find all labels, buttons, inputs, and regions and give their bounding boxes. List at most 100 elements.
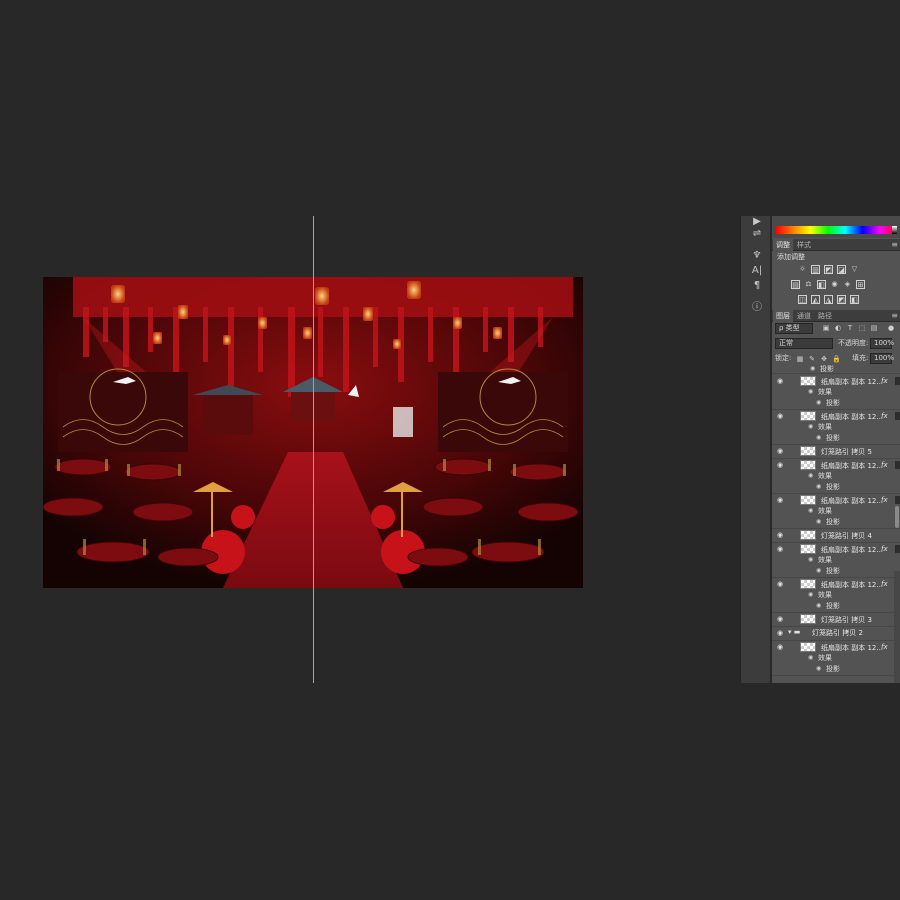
fx-badge[interactable]: fx (881, 545, 888, 553)
layer-row[interactable]: ◉ 灯笼路引 拷贝 5 (772, 445, 900, 459)
layer-row[interactable]: ◉ 纸扇副本 副本 12... fx ◉ 效果 ◉ 投影 (772, 641, 900, 676)
effects-visibility-icon[interactable]: ◉ (808, 388, 813, 395)
layer-filter-select[interactable]: ρ 类型 (775, 323, 813, 334)
visibility-eye-icon[interactable]: ◉ (775, 412, 785, 420)
layers-scrollbar[interactable] (894, 571, 900, 683)
layer-group-row[interactable]: ◉ ▾ ▬ 灯笼路引 拷贝 2 (772, 627, 900, 641)
layer-effect-row[interactable]: ◉ 投影 (772, 365, 900, 374)
visibility-eye-icon[interactable]: ◉ (810, 365, 815, 372)
black-white-icon[interactable]: ◧ (817, 280, 826, 289)
photo-filter-icon[interactable]: ◉ (830, 280, 839, 289)
effects-expand-toggle[interactable] (895, 496, 900, 504)
gradient-map-icon[interactable]: ◩ (837, 295, 846, 304)
layer-row[interactable]: ◉ 纸扇副本 副本 12... fx ◉ 效果 ◉ 投影 (772, 494, 900, 529)
blend-mode-select[interactable]: 正常 (775, 338, 833, 349)
lock-paint-icon[interactable]: ✎ (808, 355, 816, 363)
color-lookup-icon[interactable]: ⊞ (856, 280, 865, 289)
selective-color-icon[interactable]: ◧ (850, 295, 859, 304)
color-balance-icon[interactable]: ⚖ (804, 280, 813, 289)
invert-icon[interactable]: ◫ (798, 295, 807, 304)
shadow-visibility-icon[interactable]: ◉ (816, 483, 821, 490)
layer-row[interactable]: ◉ 灯笼路引 拷贝 3 (772, 613, 900, 627)
tab-layers[interactable]: 图层 (773, 310, 793, 322)
visibility-eye-icon[interactable]: ◉ (775, 496, 785, 504)
filter-toggle-icon[interactable]: ● (887, 324, 895, 332)
effects-visibility-icon[interactable]: ◉ (808, 591, 813, 598)
fill-input[interactable]: 100% (870, 353, 894, 364)
vibrance-icon[interactable]: ▽ (850, 265, 859, 274)
fx-badge[interactable]: fx (881, 580, 888, 588)
visibility-eye-icon[interactable]: ◉ (775, 447, 785, 455)
channel-mixer-icon[interactable]: ◈ (843, 280, 852, 289)
type-tool-icon[interactable]: A| (750, 265, 764, 277)
effects-expand-toggle[interactable] (895, 545, 900, 553)
layer-row[interactable]: ◉ 纸扇副本 副本 12... fx ◉ 效果 ◉ 投影 (772, 410, 900, 445)
fx-badge[interactable]: fx (881, 643, 888, 651)
fx-badge[interactable]: fx (881, 377, 888, 385)
vertical-guide-line[interactable] (313, 216, 314, 683)
tab-styles[interactable]: 样式 (794, 239, 814, 251)
filter-smart-icon[interactable]: ▤ (870, 324, 878, 332)
threshold-icon[interactable]: ◮ (824, 295, 833, 304)
shadow-visibility-icon[interactable]: ◉ (816, 518, 821, 525)
fx-badge[interactable]: fx (881, 461, 888, 469)
visibility-eye-icon[interactable]: ◉ (775, 531, 785, 539)
folder-icon[interactable]: ▾ ▬ (788, 628, 800, 636)
visibility-eye-icon[interactable]: ◉ (775, 545, 785, 553)
filter-adjust-icon[interactable]: ◐ (834, 324, 842, 332)
filter-type-icon[interactable]: T (846, 324, 854, 332)
effects-visibility-icon[interactable]: ◉ (808, 556, 813, 563)
effects-visibility-icon[interactable]: ◉ (808, 654, 813, 661)
layer-row[interactable]: ◉ 灯笼路引 拷贝 4 (772, 529, 900, 543)
color-spectrum-bar[interactable] (776, 226, 897, 234)
lock-move-icon[interactable]: ✥ (820, 355, 828, 363)
curves-icon[interactable]: ◩ (824, 265, 833, 274)
visibility-eye-icon[interactable]: ◉ (775, 643, 785, 651)
tab-channels[interactable]: 通道 (794, 310, 814, 322)
layers-panel-menu-icon[interactable]: ≡ (891, 311, 898, 321)
info-icon[interactable]: ⓘ (750, 302, 764, 314)
effects-visibility-icon[interactable]: ◉ (808, 507, 813, 514)
fx-badge[interactable]: fx (881, 412, 888, 420)
layer-row[interactable]: ◉ 纸扇副本 副本 12... fx ◉ 效果 ◉ 投影 (772, 543, 900, 578)
panel-menu-icon[interactable]: ≡ (891, 240, 898, 250)
tab-adjustments[interactable]: 调整 (773, 239, 793, 251)
levels-icon[interactable]: ▥ (811, 265, 820, 274)
visibility-eye-icon[interactable]: ◉ (775, 377, 785, 385)
layer-row[interactable]: ◉ 纸扇副本 副本 12... fx ◉ 效果 ◉ 投影 (772, 459, 900, 494)
effects-expand-toggle[interactable] (895, 412, 900, 420)
paragraph-icon[interactable]: ¶ (750, 280, 764, 292)
black-white-ramp[interactable] (892, 226, 897, 234)
posterize-icon[interactable]: ◭ (811, 295, 820, 304)
brightness-icon[interactable]: ☼ (798, 265, 807, 274)
fx-badge[interactable]: fx (881, 496, 888, 504)
layer-row[interactable]: ◉ 纸扇副本 副本 12... fx ◉ 效果 ◉ 投影 (772, 578, 900, 613)
visibility-eye-icon[interactable]: ◉ (775, 580, 785, 588)
visibility-eye-icon[interactable]: ◉ (775, 461, 785, 469)
lock-all-icon[interactable]: 🔒 (832, 355, 841, 363)
opacity-input[interactable]: 100% (870, 338, 894, 349)
layer-row[interactable]: ◉ 纸扇副本 副本 12... fx ◉ 效果 ◉ 投影 (772, 375, 900, 410)
effects-expand-toggle[interactable] (895, 461, 900, 469)
effects-visibility-icon[interactable]: ◉ (808, 423, 813, 430)
tab-paths[interactable]: 路径 (815, 310, 835, 322)
exposure-icon[interactable]: ◪ (837, 265, 846, 274)
hue-saturation-icon[interactable]: ▤ (791, 280, 800, 289)
shadow-visibility-icon[interactable]: ◉ (816, 665, 821, 672)
filter-shape-icon[interactable]: ⬚ (858, 324, 866, 332)
adjust-sliders-icon[interactable]: ⇌ (750, 228, 764, 240)
shadow-visibility-icon[interactable]: ◉ (816, 399, 821, 406)
visibility-eye-icon[interactable]: ◉ (775, 629, 785, 637)
layers-scroll-thumb[interactable] (895, 506, 899, 528)
adjustment-icons-row-3: ◫ ◭ ◮ ◩ ◧ (772, 295, 900, 307)
filter-pixel-icon[interactable]: ▣ (822, 324, 830, 332)
shadow-visibility-icon[interactable]: ◉ (816, 567, 821, 574)
shadow-visibility-icon[interactable]: ◉ (816, 602, 821, 609)
brush-preset-icon[interactable]: ♆ (750, 250, 764, 262)
play-icon[interactable]: ▶ (750, 216, 764, 228)
lock-transparent-icon[interactable]: ▦ (796, 355, 804, 363)
shadow-visibility-icon[interactable]: ◉ (816, 434, 821, 441)
visibility-eye-icon[interactable]: ◉ (775, 615, 785, 623)
effects-visibility-icon[interactable]: ◉ (808, 472, 813, 479)
effects-expand-toggle[interactable] (895, 377, 900, 385)
